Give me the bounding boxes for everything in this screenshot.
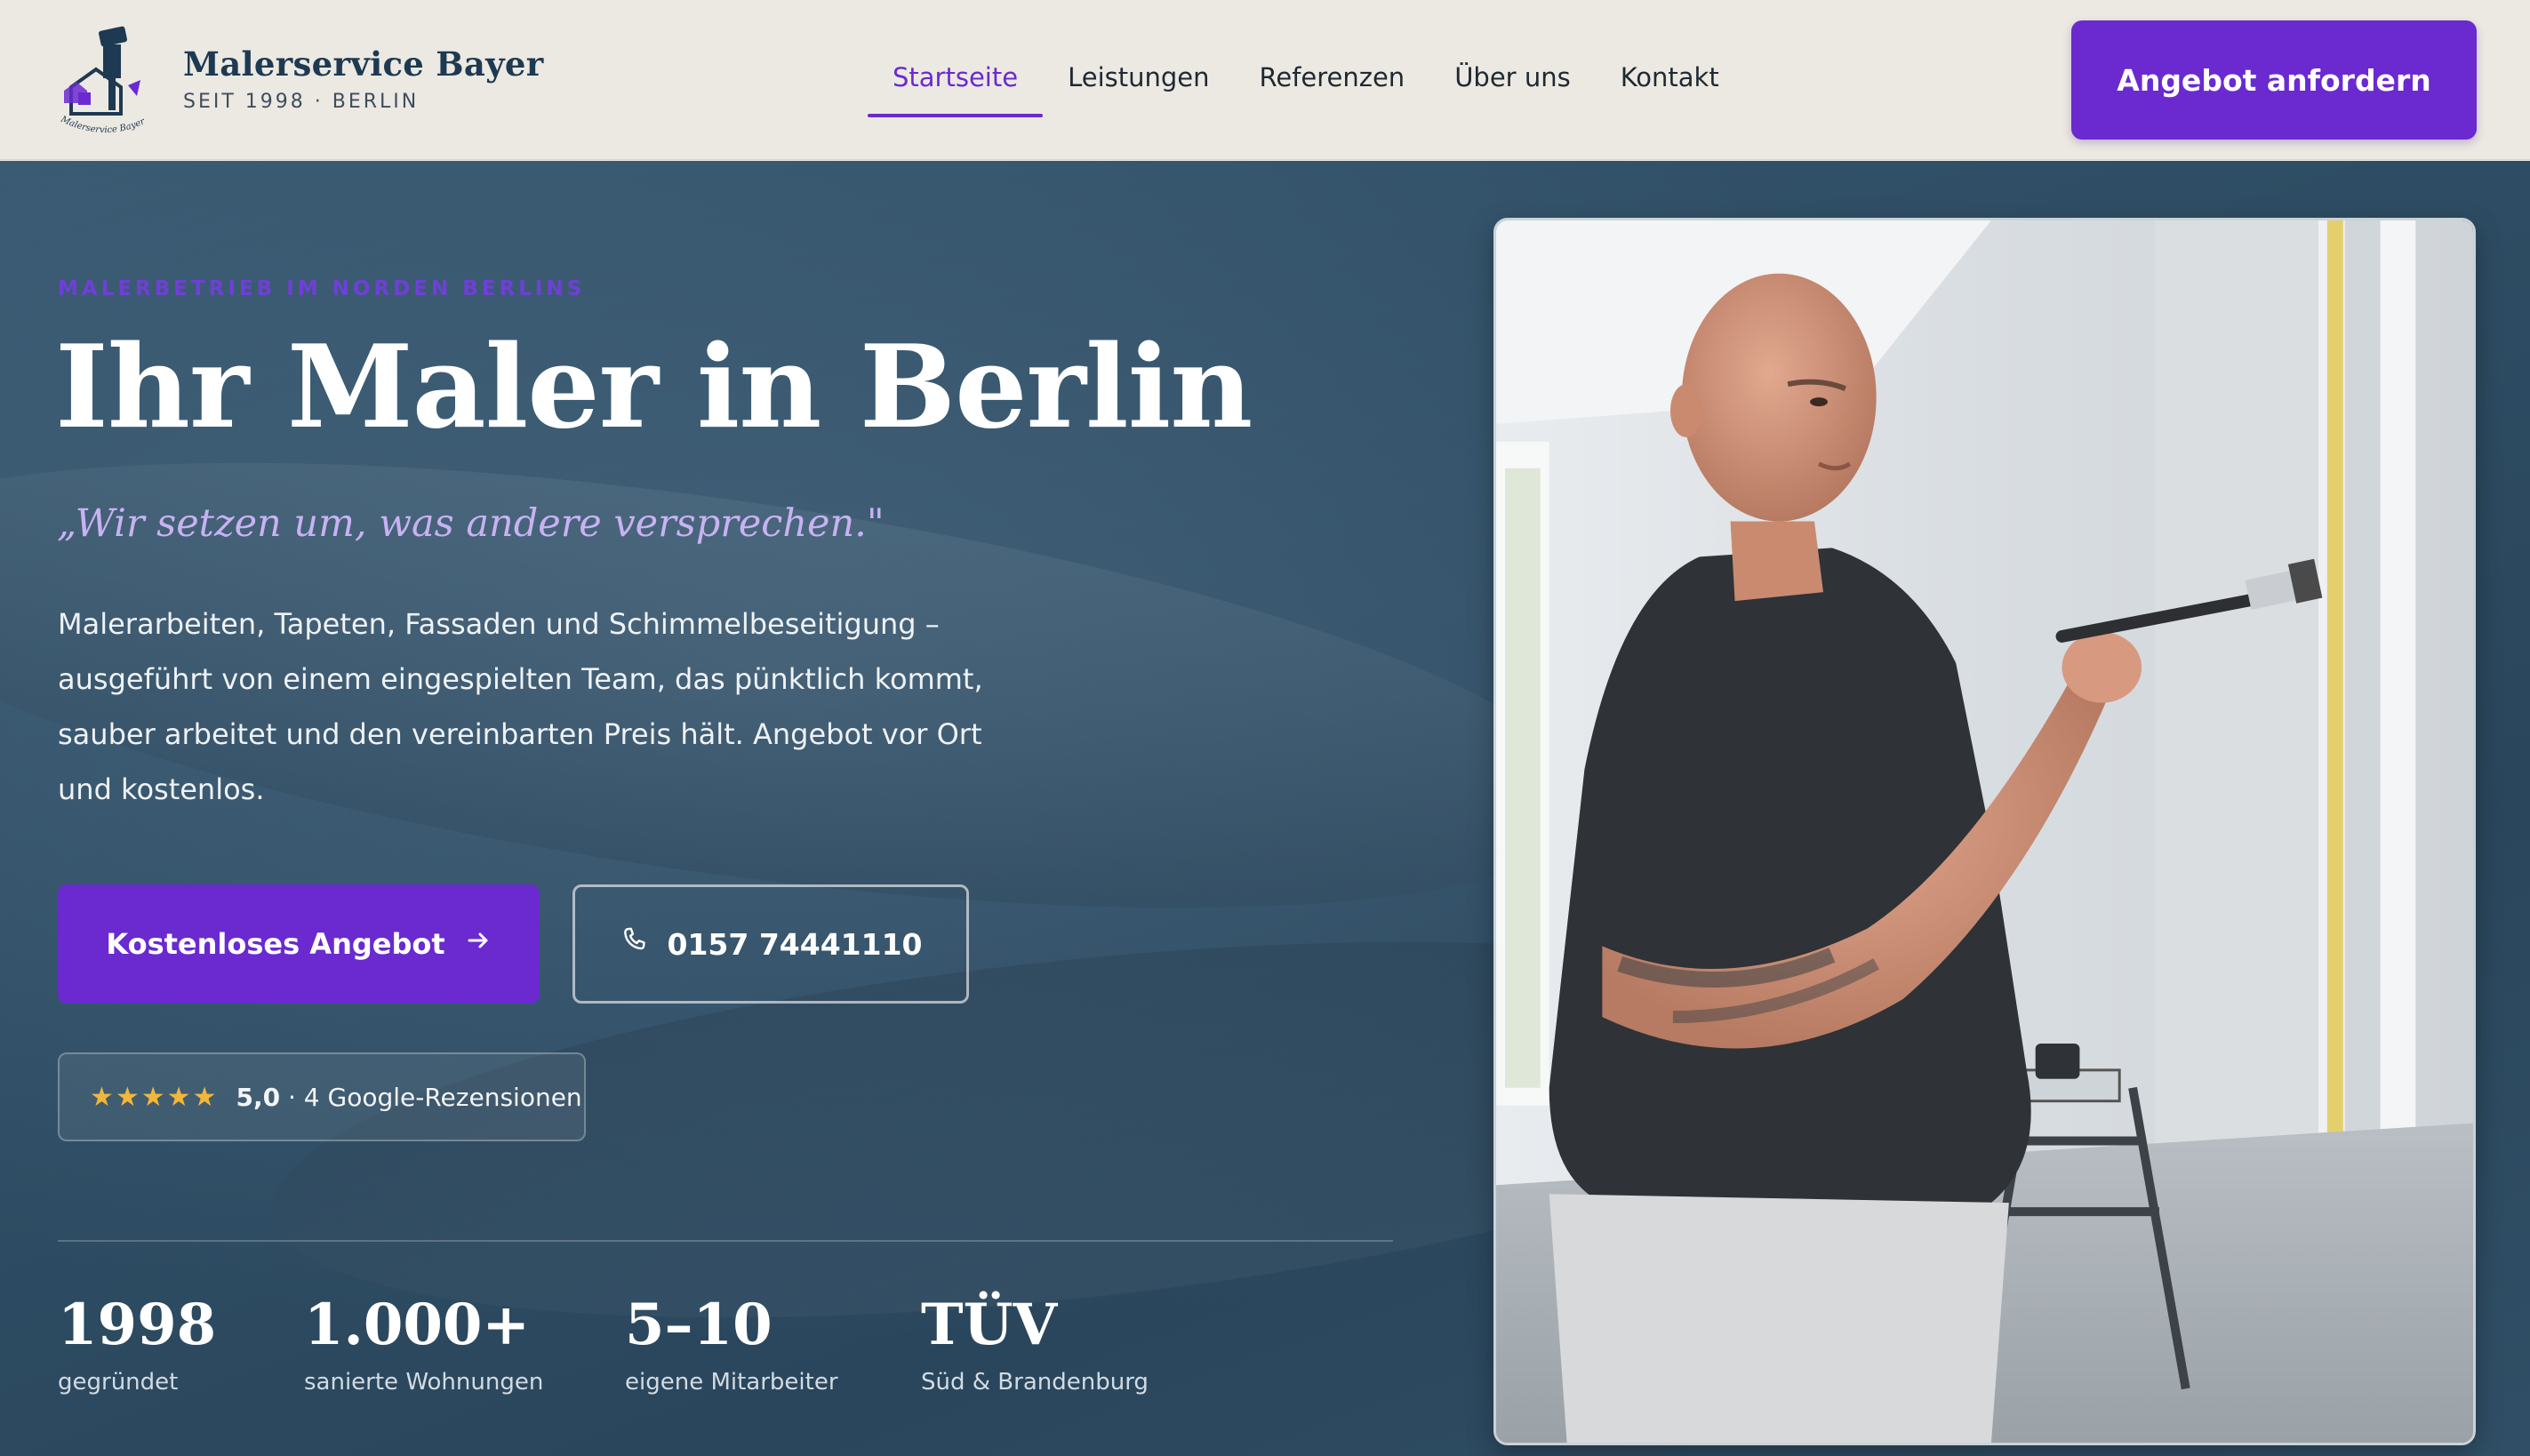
stat-certification: TÜV Süd & Brandenburg: [921, 1292, 1149, 1396]
stat-employees: 5–10 eigene Mitarbeiter: [625, 1292, 838, 1396]
stat-label: eigene Mitarbeiter: [625, 1369, 838, 1396]
rating-count: · 4 Google-Rezensionen: [288, 1082, 582, 1112]
nav-item-leistungen[interactable]: Leistungen: [1043, 53, 1234, 117]
brand-name: Malerservice Bayer: [183, 44, 544, 84]
stat-founded: 1998 gegründet: [58, 1292, 216, 1396]
rating-stars-icon: ★★★★★: [90, 1081, 219, 1113]
free-offer-label: Kostenloses Angebot: [106, 927, 445, 961]
svg-text:Malerservice Bayer: Malerservice Bayer: [59, 114, 148, 135]
rating-score: 5,0: [236, 1082, 281, 1112]
stat-value: 5–10: [625, 1292, 773, 1358]
nav-item-kontakt[interactable]: Kontakt: [1596, 53, 1744, 117]
stat-value: 1.000+: [304, 1292, 531, 1358]
stat-label: gegründet: [58, 1369, 179, 1396]
hero-quote: „Wir setzen um, was andere versprechen.": [57, 501, 885, 546]
nav-item-startseite[interactable]: Startseite: [868, 53, 1044, 117]
hero-section: MALERBETRIEB IM NORDEN BERLINS Ihr Maler…: [0, 161, 2530, 1456]
stat-value: TÜV: [921, 1292, 1058, 1358]
phone-button[interactable]: 0157 74441110: [572, 884, 969, 1004]
arrow-right-icon: [465, 927, 492, 961]
hero-eyebrow: MALERBETRIEB IM NORDEN BERLINS: [58, 277, 586, 300]
stat-value: 1998: [58, 1292, 217, 1358]
stat-apartments: 1.000+ sanierte Wohnungen: [304, 1292, 543, 1396]
phone-icon: [619, 924, 651, 964]
free-offer-button[interactable]: Kostenloses Angebot: [58, 884, 540, 1004]
google-rating-badge[interactable]: ★★★★★ 5,0 · 4 Google-Rezensionen: [58, 1052, 586, 1141]
request-offer-button[interactable]: Angebot anfordern: [2071, 20, 2477, 140]
brand-tagline: SEIT 1998 · BERLIN: [183, 91, 420, 113]
nav-item-ueber-uns[interactable]: Über uns: [1429, 53, 1596, 117]
main-nav: Startseite Leistungen Referenzen Über un…: [868, 53, 1744, 117]
stat-label: sanierte Wohnungen: [304, 1369, 544, 1396]
brand[interactable]: Malerservice Bayer SEIT 1998 · BERLIN: [183, 44, 544, 113]
nav-item-referenzen[interactable]: Referenzen: [1235, 53, 1430, 117]
painter-photo: [1493, 218, 2476, 1445]
hero-lead-text: Malerarbeiten, Tapeten, Fassaden und Sch…: [58, 607, 983, 806]
hero-title: Ihr Maler in Berlin: [55, 321, 1253, 454]
stat-label: Süd & Brandenburg: [921, 1369, 1149, 1396]
phone-number: 0157 74441110: [667, 926, 923, 962]
brush-house-logo-icon[interactable]: Malerservice Bayer: [52, 21, 167, 139]
site-header: Malerservice Bayer Malerservice Bayer SE…: [0, 0, 2530, 160]
stats-divider: [58, 1240, 1393, 1242]
